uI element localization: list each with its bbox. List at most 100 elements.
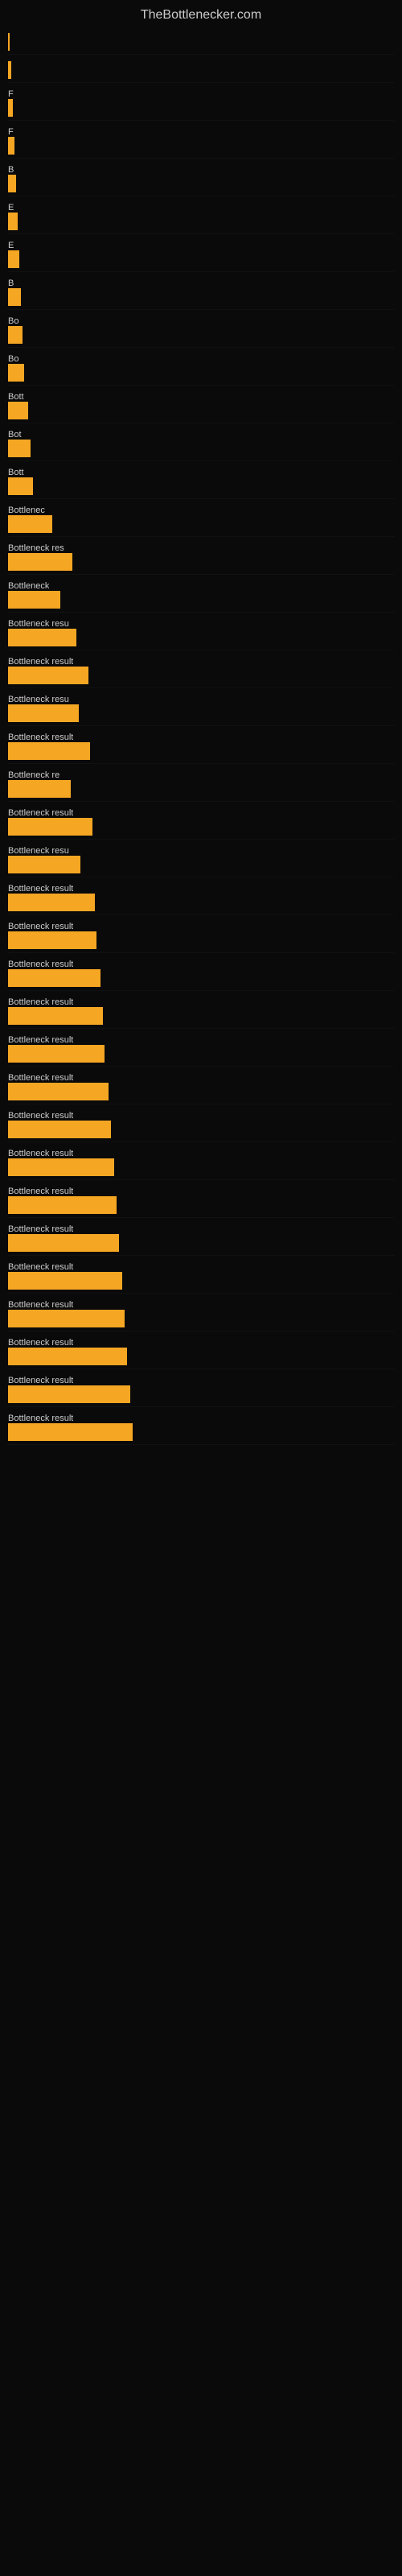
bar-fill (8, 1423, 133, 1441)
bar-fill (8, 175, 16, 192)
bar-label: Bottleneck (8, 581, 49, 591)
bar-label: Bott (8, 392, 24, 402)
bar-label: Bottleneck resu (8, 619, 69, 629)
bar-fill (8, 137, 14, 155)
site-title: TheBottlenecker.com (0, 0, 402, 27)
bar-row: Bottleneck result (8, 1180, 394, 1218)
bar-label: Bottleneck result (8, 733, 73, 742)
bar-label: Bottleneck result (8, 1224, 73, 1234)
bar-row: Bottleneck result (8, 991, 394, 1029)
bar-label: Bottleneck result (8, 922, 73, 931)
bar-fill (8, 1083, 109, 1100)
bar-row: Bottleneck result (8, 1369, 394, 1407)
bar-row: E (8, 234, 394, 272)
bar-label: Bottleneck result (8, 997, 73, 1007)
bar-label: Bottleneck result (8, 657, 73, 667)
bar-fill (8, 1272, 122, 1290)
bar-row: Bott (8, 386, 394, 423)
bar-fill (8, 99, 13, 117)
bar-label: F (8, 89, 14, 99)
bar-fill (8, 364, 24, 382)
bar-label: Bottleneck result (8, 960, 73, 969)
bar-label: Bottleneck resu (8, 695, 69, 704)
bar-fill (8, 931, 96, 949)
bar-row: Bottleneck result (8, 802, 394, 840)
bar-label: Bottleneck result (8, 1187, 73, 1196)
bar-fill (8, 1158, 114, 1176)
bar-row: Bottleneck result (8, 1256, 394, 1294)
bar-fill (8, 629, 76, 646)
bar-fill (8, 61, 11, 79)
bar-label: Bo (8, 316, 18, 326)
bar-row: Bottleneck result (8, 915, 394, 953)
bar-row: Bot (8, 423, 394, 461)
bar-row: Bottleneck resu (8, 688, 394, 726)
bar-fill (8, 1007, 103, 1025)
bar-row: Bottleneck result (8, 1218, 394, 1256)
bar-label: E (8, 241, 14, 250)
bar-row: Bottleneck result (8, 1104, 394, 1142)
bar-fill (8, 780, 71, 798)
bar-label: Bottleneck result (8, 1376, 73, 1385)
bar-row: Bottleneck (8, 575, 394, 613)
bar-row: F (8, 83, 394, 121)
bar-label: Bottleneck result (8, 1073, 73, 1083)
bar-fill (8, 440, 31, 457)
chart-area: FFBEEBBoBoBottBotBottBottlenecBottleneck… (0, 27, 402, 1445)
bar-label: Bottleneck resu (8, 846, 69, 856)
bar-row: Bottleneck resu (8, 613, 394, 650)
bar-fill (8, 1045, 105, 1063)
bar-row: Bottleneck re (8, 764, 394, 802)
bar-row: Bottleneck result (8, 650, 394, 688)
bar-row: Bo (8, 310, 394, 348)
bar-fill (8, 969, 100, 987)
bar-row: B (8, 159, 394, 196)
bar-row: Bottleneck result (8, 726, 394, 764)
bar-label: B (8, 279, 14, 288)
bar-fill (8, 1121, 111, 1138)
bar-row: Bottleneck res (8, 537, 394, 575)
bar-row: Bottleneck result (8, 1142, 394, 1180)
bar-label: Bottleneck result (8, 1149, 73, 1158)
bar-label: Bottlenec (8, 506, 45, 515)
bar-fill (8, 1310, 125, 1327)
bar-row: Bottleneck result (8, 1331, 394, 1369)
bar-row: B (8, 272, 394, 310)
bar-label: F (8, 127, 14, 137)
bar-label: Bottleneck result (8, 1262, 73, 1272)
bar-fill (8, 1196, 117, 1214)
bar-row: Bott (8, 461, 394, 499)
bar-label: Bottleneck result (8, 1035, 73, 1045)
bar-row: F (8, 121, 394, 159)
bar-row: Bottlenec (8, 499, 394, 537)
bar-fill (8, 591, 60, 609)
bar-label: Bottleneck result (8, 1414, 73, 1423)
bar-fill (8, 704, 79, 722)
site-header: TheBottlenecker.com (0, 0, 402, 27)
bar-row: Bottleneck result (8, 877, 394, 915)
bar-row: Bottleneck result (8, 953, 394, 991)
bar-fill (8, 667, 88, 684)
bar-label: Bot (8, 430, 22, 440)
bar-fill (8, 1234, 119, 1252)
bar-label: Bottleneck result (8, 884, 73, 894)
bar-row (8, 55, 394, 83)
bar-label: Bott (8, 468, 24, 477)
bar-fill (8, 213, 18, 230)
bar-label: Bottleneck result (8, 1300, 73, 1310)
bar-fill (8, 1348, 127, 1365)
bar-row: Bo (8, 348, 394, 386)
bar-fill (8, 856, 80, 873)
bar-fill (8, 894, 95, 911)
bar-row: E (8, 196, 394, 234)
bar-label: Bottleneck re (8, 770, 59, 780)
bar-fill (8, 477, 33, 495)
bar-fill (8, 250, 19, 268)
bar-row: Bottleneck result (8, 1294, 394, 1331)
bar-fill (8, 1385, 130, 1403)
bar-label: Bottleneck result (8, 1111, 73, 1121)
bar-fill (8, 288, 21, 306)
bar-label: E (8, 203, 14, 213)
bar-label: Bo (8, 354, 18, 364)
bar-fill (8, 742, 90, 760)
